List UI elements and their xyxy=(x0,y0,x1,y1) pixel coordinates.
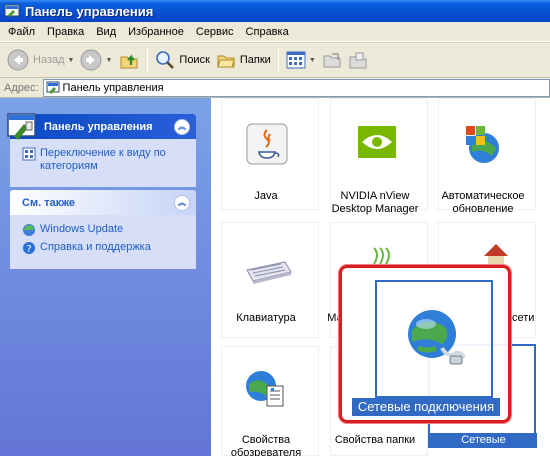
chevron-down-icon[interactable]: ▼ xyxy=(68,57,75,64)
control-panel-item-java[interactable]: Java xyxy=(211,98,321,218)
help-icon: ? xyxy=(23,242,35,255)
up-folder-button[interactable] xyxy=(115,45,143,75)
menu-favorites[interactable]: Избранное xyxy=(122,26,190,38)
forward-button[interactable]: ▼ xyxy=(77,45,115,75)
automatic-updates-icon xyxy=(466,126,499,163)
title-bar: Панель управления xyxy=(0,0,550,22)
network-connections-icon[interactable] xyxy=(400,304,470,374)
window-title: Панель управления xyxy=(25,3,154,19)
collapse-icon[interactable]: ︽ xyxy=(174,194,190,211)
folders-button[interactable]: Папки xyxy=(213,45,274,75)
svg-text:?: ? xyxy=(26,244,31,255)
network-setup-icon xyxy=(484,244,508,264)
copy-to-icon xyxy=(349,52,367,69)
search-button[interactable]: Поиск xyxy=(152,45,212,75)
copy-to-button[interactable] xyxy=(345,45,371,75)
section-title: См. также xyxy=(22,196,75,209)
toolbar-separator xyxy=(147,48,149,72)
menu-bar: Файл Правка Вид Избранное Сервис Справка xyxy=(0,22,550,42)
forward-arrow-icon xyxy=(80,49,102,71)
menu-edit[interactable]: Правка xyxy=(41,26,90,38)
control-panel-item-keyboard[interactable]: Клавиатура xyxy=(211,222,321,342)
menu-view[interactable]: Вид xyxy=(90,26,122,38)
move-to-icon xyxy=(323,53,341,68)
control-panel-item-internet-options[interactable]: Свойства обозревателя xyxy=(211,346,321,456)
views-button[interactable]: ▼ xyxy=(283,45,319,75)
help-and-support-link[interactable]: ? Справка и поддержка xyxy=(22,241,186,255)
nvidia-icon xyxy=(358,126,396,158)
control-panel-item-automatic-updates[interactable]: Автоматическое обновление xyxy=(428,98,538,218)
switch-to-category-view-link[interactable]: Переключение к виду по категориям xyxy=(22,147,186,173)
windows-update-link[interactable]: Windows Update xyxy=(22,223,186,237)
address-bar: Адрес: Панель управления xyxy=(0,78,550,98)
search-icon xyxy=(156,51,175,69)
see-also-section: См. также ︽ Windows Update ? Справка и п… xyxy=(10,190,196,269)
internet-options-icon xyxy=(246,371,284,407)
address-field[interactable]: Панель управления xyxy=(42,78,550,97)
toolbar-separator xyxy=(277,48,279,72)
control-panel-large-icon xyxy=(7,113,36,140)
move-to-button[interactable] xyxy=(319,45,345,75)
control-panel-item-nvidia-nview[interactable]: NVIDIA nView Desktop Manager xyxy=(320,98,430,218)
control-panel-icon xyxy=(46,81,60,94)
category-view-icon xyxy=(22,147,36,161)
menu-file[interactable]: Файл xyxy=(2,26,41,38)
chevron-down-icon[interactable]: ▼ xyxy=(105,57,112,64)
toolbar: Назад ▼ ▼ Поиск Папки ▼ xyxy=(0,42,550,78)
menu-help[interactable]: Справка xyxy=(240,26,295,38)
address-value: Панель управления xyxy=(62,81,164,94)
up-folder-icon xyxy=(120,54,138,69)
network-connections-label: Сетевые подключения xyxy=(430,433,537,456)
wireless-icon xyxy=(373,247,390,265)
address-label: Адрес: xyxy=(4,81,39,94)
task-pane: Панель управления ︽ Переключение к виду … xyxy=(0,98,211,456)
windows-update-icon xyxy=(23,224,35,236)
chevron-down-icon[interactable]: ▼ xyxy=(309,57,316,64)
folders-icon xyxy=(217,55,235,68)
zoomed-item-label: Сетевые подключения xyxy=(352,398,500,416)
section-title: Панель управления xyxy=(44,120,153,133)
highlight-callout: Сетевые подключения xyxy=(339,265,511,423)
see-also-section-header[interactable]: См. также ︽ xyxy=(10,190,196,215)
control-panel-icon xyxy=(4,4,20,17)
back-button[interactable]: Назад ▼ xyxy=(4,45,77,75)
views-icon xyxy=(286,51,306,69)
keyboard-icon xyxy=(246,261,292,284)
menu-tools[interactable]: Сервис xyxy=(190,26,240,38)
collapse-icon[interactable]: ︽ xyxy=(174,118,190,135)
back-arrow-icon xyxy=(7,49,29,71)
java-icon xyxy=(246,123,288,165)
